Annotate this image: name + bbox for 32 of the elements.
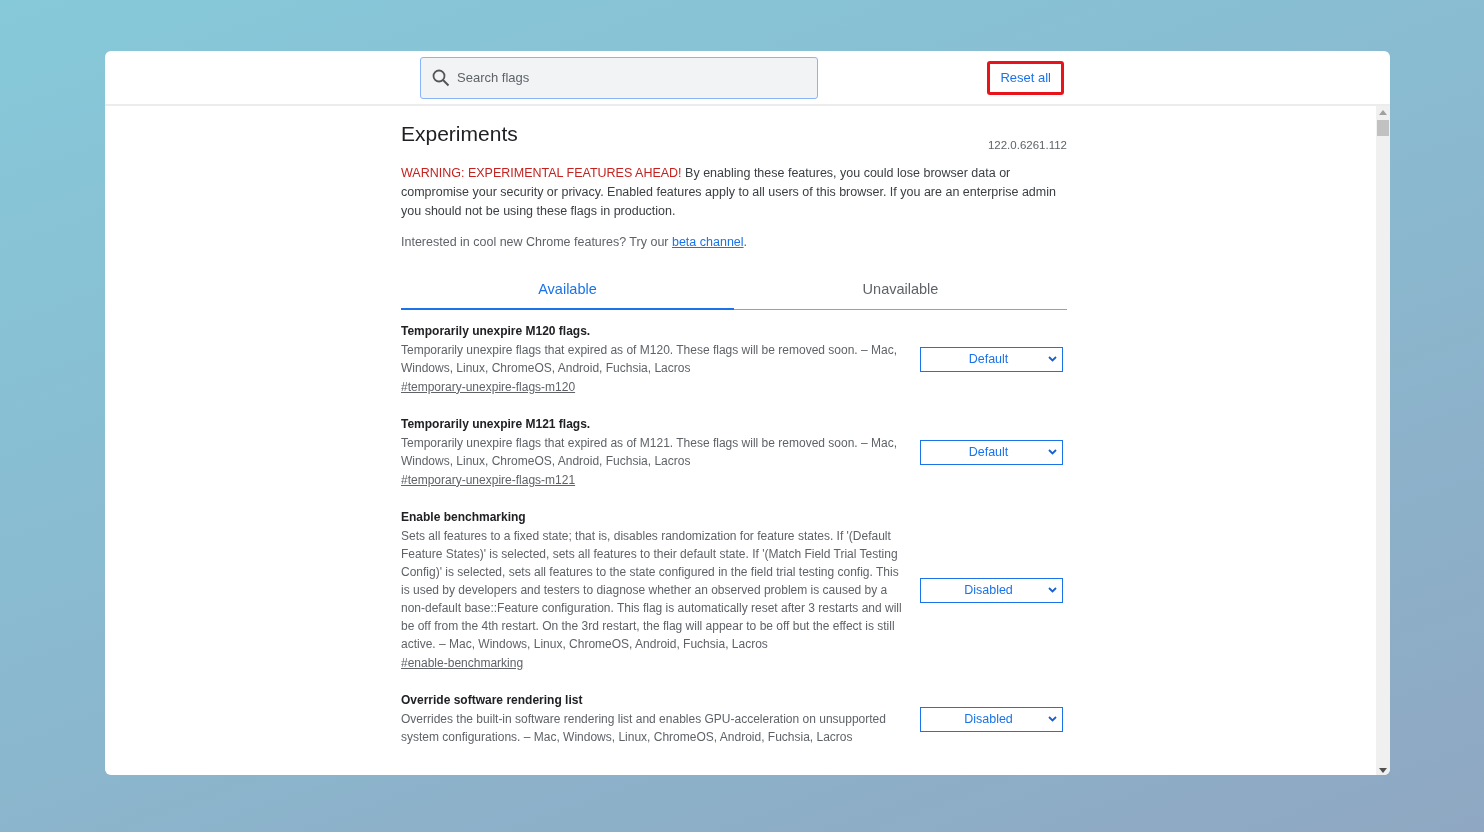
chevron-down-icon (1048, 716, 1057, 722)
scroll-up-icon[interactable] (1379, 110, 1387, 115)
flag-title: Override software rendering list (401, 692, 584, 707)
flag-description: Temporarily unexpire flags that expired as of M120. These flags will be removed soon. – Mac, Windows, Linux, ChromeOS, Android, Fuchsia, Lacros (401, 341, 899, 377)
version-text: 122.0.6261.112 (987, 139, 1067, 151)
chevron-down-icon (1048, 356, 1057, 362)
page-title: Experiments (401, 122, 518, 146)
dropdown[interactable]: Disabled (920, 577, 1063, 603)
flag-link[interactable]: #enable-benchmarking (401, 655, 524, 670)
scrollbar-thumb[interactable] (1377, 120, 1389, 136)
beta-channel-link[interactable]: beta channel (671, 235, 744, 249)
chevron-down-icon (1048, 449, 1057, 455)
flag-title: Temporarily unexpire M120 flags. (401, 323, 592, 338)
promo-text: Interested in cool new Chrome features? Try our beta channel. (401, 235, 749, 249)
dropdown[interactable]: Default (920, 439, 1063, 465)
search-field[interactable]: Search flags (420, 56, 818, 99)
chevron-down-icon (1048, 587, 1057, 593)
warning-text: WARNING: EXPERIMENTAL FEATURES AHEAD! By enabling these features, you could lose browser data or compromise your security or privacy. Enabled features apply to all users of this browser. If you are an enterprise admin you should not be using these flags in production. (401, 165, 1057, 220)
tab[interactable]: Available (401, 273, 734, 310)
scroll-down-icon[interactable] (1379, 768, 1387, 773)
flag-link[interactable]: #temporary-unexpire-flags-m120 (401, 379, 576, 394)
flag-title: Enable benchmarking (401, 509, 527, 524)
flag-description: Temporarily unexpire flags that expired as of M121. These flags will be removed soon. – Mac, Windows, Linux, ChromeOS, Android, Fuchsia, Lacros (401, 434, 899, 470)
flag-link[interactable]: #temporary-unexpire-flags-m121 (401, 472, 576, 487)
dropdown[interactable]: Default (920, 346, 1063, 372)
flag-description: Overrides the built-in software rendering list and enables GPU-acceleration on unsupported system configurations. – Mac, Windows, Linux, ChromeOS, Android, Fuchsia, Lacros (401, 710, 887, 746)
flag-title: Temporarily unexpire M121 flags. (401, 416, 592, 431)
tab[interactable]: Unavailable (734, 273, 1067, 310)
dropdown[interactable]: Disabled (920, 706, 1063, 732)
reset-all-button[interactable]: Reset all (987, 60, 1064, 95)
flag-description: Sets all features to a fixed state; that is, disables randomization for feature states. If '(Default Feature States)' is selected, sets all features to their default state. If '(Match Field Trial Testing Config)' is selected, sets all features to the state configured in the field trial testing config. This is used by developers and testers to diagnose whether an observed problem is caused by a non-default base::Feature configuration. This flag is automatically reset after 3 restarts and will be off from the 4th restart. On the 3rd restart, the flag will appear to be off but the effect is still active. – Mac, Windows, Linux, ChromeOS, Android, Fuchsia, Lacros (401, 527, 903, 653)
scrollbar[interactable] (1376, 106, 1390, 775)
